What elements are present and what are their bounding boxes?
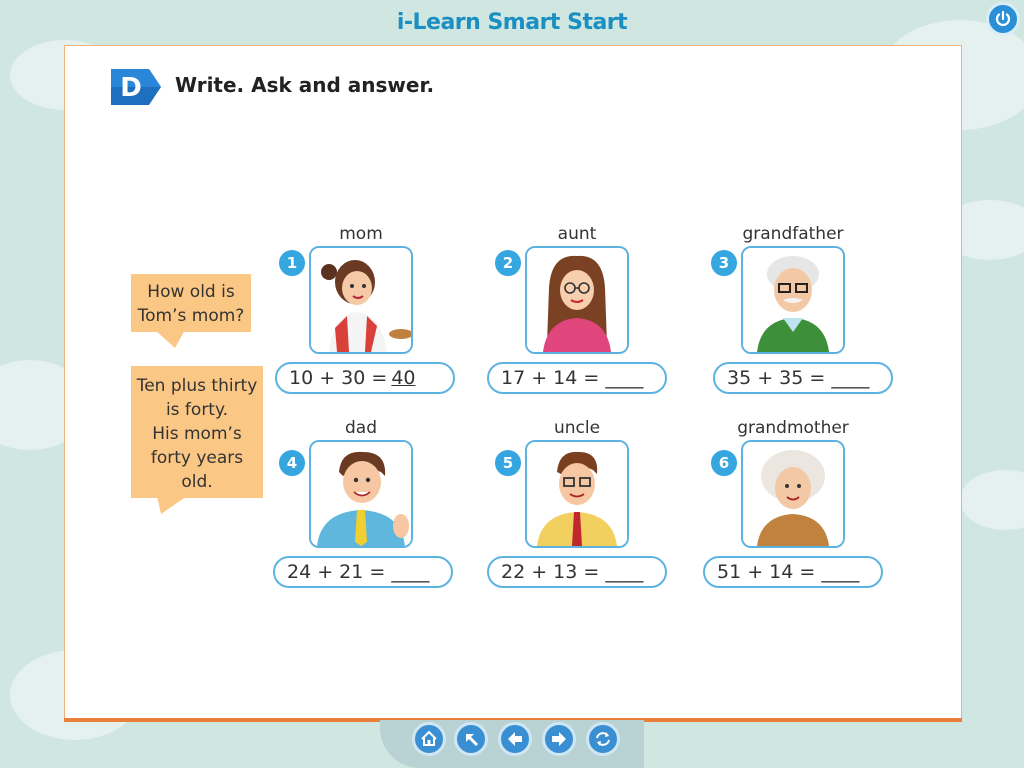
card-name-grandfather: grandfather — [742, 224, 844, 244]
equation-text: 51 + 14 = ____ — [717, 561, 860, 583]
up-left-arrow-icon — [466, 734, 479, 747]
card-number-2: 2 — [493, 248, 523, 278]
answer-bubble: Ten plus thirty is forty. His mom’s fort… — [131, 366, 263, 514]
power-icon — [995, 10, 1011, 26]
section-badge-letter: D — [120, 73, 142, 103]
card-name-grandmother: grandmother — [737, 418, 849, 438]
card-name-mom: mom — [339, 224, 383, 244]
card-number-3: 3 — [709, 248, 739, 278]
question-line: Tom’s mom? — [137, 306, 245, 326]
answer-line: old. — [181, 472, 213, 492]
answer-line: forty years — [150, 448, 244, 468]
question-bubble: How old is Tom’s mom? — [131, 274, 251, 348]
power-button[interactable] — [986, 2, 1020, 36]
menu-button[interactable] — [454, 722, 488, 756]
mom-illustration — [309, 246, 413, 354]
equation-text: 35 + 35 = ____ — [727, 367, 870, 389]
card-number-1: 1 — [277, 248, 307, 278]
home-icon — [421, 730, 437, 746]
home-button[interactable] — [412, 722, 446, 756]
equation-text: 10 + 30 = — [289, 367, 388, 389]
equation-3[interactable]: 35 + 35 = ____ — [713, 362, 893, 394]
equation-text: 22 + 13 = ____ — [501, 561, 644, 583]
forward-button[interactable] — [542, 722, 576, 756]
question-line: How old is — [147, 282, 235, 302]
card-name-uncle: uncle — [553, 418, 601, 438]
instruction-text: Write. Ask and answer. — [175, 73, 435, 97]
background-cloud — [960, 470, 1024, 530]
answer-line: His mom’s — [152, 424, 242, 444]
refresh-button[interactable] — [586, 722, 620, 756]
uncle-illustration — [525, 440, 629, 548]
grandmother-illustration — [741, 440, 845, 548]
refresh-icon — [596, 732, 610, 746]
equation-2[interactable]: 17 + 14 = ____ — [487, 362, 667, 394]
equation-4[interactable]: 24 + 21 = ____ — [273, 556, 453, 588]
back-arrow-icon — [508, 732, 522, 746]
equation-1[interactable]: 10 + 30 = 40 — [275, 362, 455, 394]
equation-answer: 40 — [391, 367, 416, 389]
aunt-illustration — [525, 246, 629, 354]
card-name-aunt: aunt — [557, 224, 597, 244]
card-number-6: 6 — [709, 448, 739, 478]
bubble-tail — [155, 330, 185, 348]
exercise-page: D Write. Ask and answer. How old is Tom’… — [64, 45, 962, 721]
equation-5[interactable]: 22 + 13 = ____ — [487, 556, 667, 588]
dad-illustration — [309, 440, 413, 548]
bubble-tail — [157, 496, 187, 514]
grandfather-illustration — [741, 246, 845, 354]
equation-text: 24 + 21 = ____ — [287, 561, 430, 583]
answer-line: Ten plus thirty — [136, 376, 258, 396]
section-badge: D — [111, 69, 161, 105]
equation-text: 17 + 14 = ____ — [501, 367, 644, 389]
card-number-4: 4 — [277, 448, 307, 478]
card-number-5: 5 — [493, 448, 523, 478]
card-name-dad: dad — [345, 418, 377, 438]
equation-6[interactable]: 51 + 14 = ____ — [703, 556, 883, 588]
app-title: i-Learn Smart Start — [396, 10, 628, 35]
back-button[interactable] — [498, 722, 532, 756]
forward-arrow-icon — [552, 732, 566, 746]
answer-line: is forty. — [165, 400, 229, 420]
